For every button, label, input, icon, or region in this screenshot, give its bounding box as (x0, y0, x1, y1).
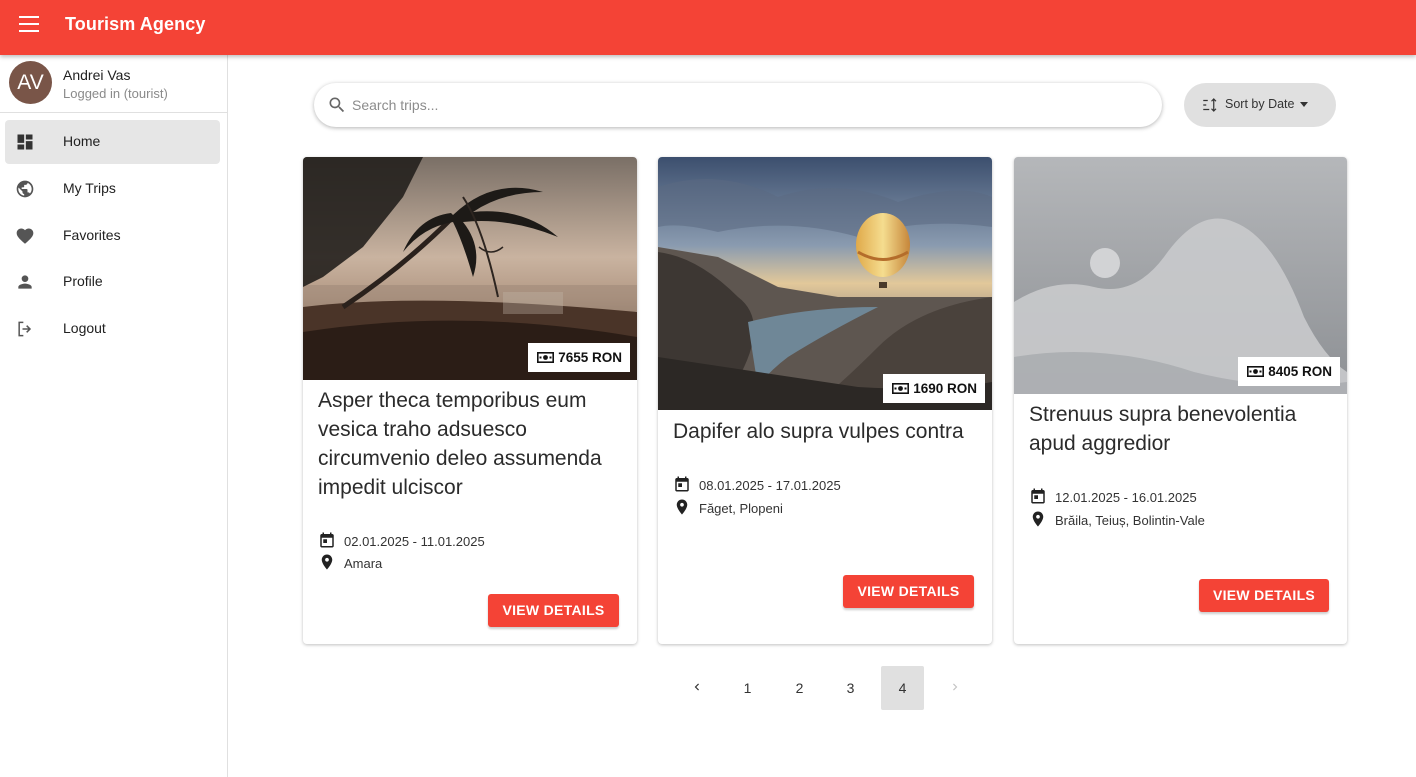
sidebar-item-label: Logout (63, 320, 106, 336)
trip-location-text: Brăila, Teiuș, Bolintin-Vale (1055, 513, 1205, 528)
money-icon (892, 383, 910, 394)
trip-location-text: Amara (344, 556, 383, 571)
menu-icon[interactable] (19, 16, 39, 32)
sort-icon (1203, 98, 1217, 112)
location-pin-icon (321, 554, 333, 570)
sidebar-item-label: My Trips (63, 180, 116, 196)
sort-button[interactable]: Sort by Date (1184, 83, 1336, 127)
app-title: Tourism Agency (65, 14, 206, 34)
location-pin-icon (1032, 511, 1044, 527)
trip-location-text: Făget, Plopeni (699, 501, 783, 516)
heart-icon (16, 228, 34, 244)
trip-image: 8405 RON (1014, 157, 1347, 394)
trip-image: 7655 RON (303, 157, 637, 380)
sidebar-item-favorites[interactable]: Favorites (5, 214, 220, 258)
search-input[interactable] (352, 93, 1142, 117)
prev-page-button[interactable] (675, 666, 718, 710)
search-bar (314, 83, 1162, 127)
money-icon (1247, 366, 1265, 377)
view-details-button[interactable]: VIEW DETAILS (1199, 579, 1329, 612)
calendar-icon (675, 476, 689, 492)
canyon-balloon-photo (658, 157, 992, 410)
sidebar-item-label: Home (63, 133, 101, 149)
sort-label: Sort by Date (1225, 97, 1295, 111)
user-status: Logged in (tourist) (63, 86, 168, 101)
page-button[interactable]: 3 (829, 666, 872, 710)
view-details-button[interactable]: VIEW DETAILS (843, 575, 974, 608)
sidebar-item-label: Profile (63, 273, 103, 289)
trip-card: 8405 RON Strenuus supra benevolentia apu… (1014, 157, 1347, 644)
price-badge: 8405 RON (1238, 357, 1340, 386)
chevron-down-icon (1300, 102, 1308, 107)
price-badge: 7655 RON (528, 343, 630, 372)
logout-icon (18, 321, 32, 337)
view-details-button[interactable]: VIEW DETAILS (488, 594, 619, 627)
avatar: AV (9, 61, 52, 104)
chevron-right-icon (952, 683, 957, 691)
price-badge: 1690 RON (883, 374, 985, 403)
sidebar-item-my-trips[interactable]: My Trips (5, 167, 220, 211)
trip-image: 1690 RON (658, 157, 992, 410)
sidebar-item-profile[interactable]: Profile (5, 260, 220, 304)
price-text: 1690 RON (913, 381, 977, 396)
next-page-button[interactable] (933, 666, 976, 710)
sidebar-item-logout[interactable]: Logout (5, 307, 220, 351)
trip-card: 7655 RON Asper theca temporibus eum vesi… (303, 157, 637, 644)
sidebar-item-label: Favorites (63, 227, 121, 243)
dashboard-icon (17, 134, 33, 150)
location-pin-icon (676, 499, 688, 515)
sidebar: AV Andrei Vas Logged in (tourist) Home M… (0, 55, 228, 777)
trip-card: 1690 RON Dapifer alo supra vulpes contra… (658, 157, 992, 644)
page-button[interactable]: 2 (778, 666, 821, 710)
user-info: AV Andrei Vas Logged in (tourist) (0, 55, 227, 113)
money-icon (537, 352, 555, 363)
trip-title: Strenuus supra benevolentia apud aggredi… (1029, 403, 1297, 455)
sidebar-item-home[interactable]: Home (5, 120, 220, 164)
page-button[interactable]: 1 (726, 666, 769, 710)
chevron-left-icon (694, 683, 699, 691)
price-text: 7655 RON (558, 350, 622, 365)
price-text: 8405 RON (1268, 364, 1332, 379)
user-name: Andrei Vas (63, 67, 131, 83)
calendar-icon (320, 532, 334, 548)
trip-title: Dapifer alo supra vulpes contra (673, 420, 964, 443)
app-bar: Tourism Agency (0, 0, 1416, 55)
trip-dates-text: 02.01.2025 - 11.01.2025 (344, 534, 485, 549)
globe-icon (16, 180, 34, 198)
page-button-current[interactable]: 4 (881, 666, 924, 710)
trip-dates-text: 08.01.2025 - 17.01.2025 (699, 478, 841, 493)
calendar-icon (1031, 488, 1045, 504)
search-icon (329, 97, 345, 113)
person-icon (18, 275, 32, 289)
trip-title: Asper theca temporibus eum vesica traho … (318, 389, 602, 499)
trip-dates-text: 12.01.2025 - 16.01.2025 (1055, 490, 1197, 505)
